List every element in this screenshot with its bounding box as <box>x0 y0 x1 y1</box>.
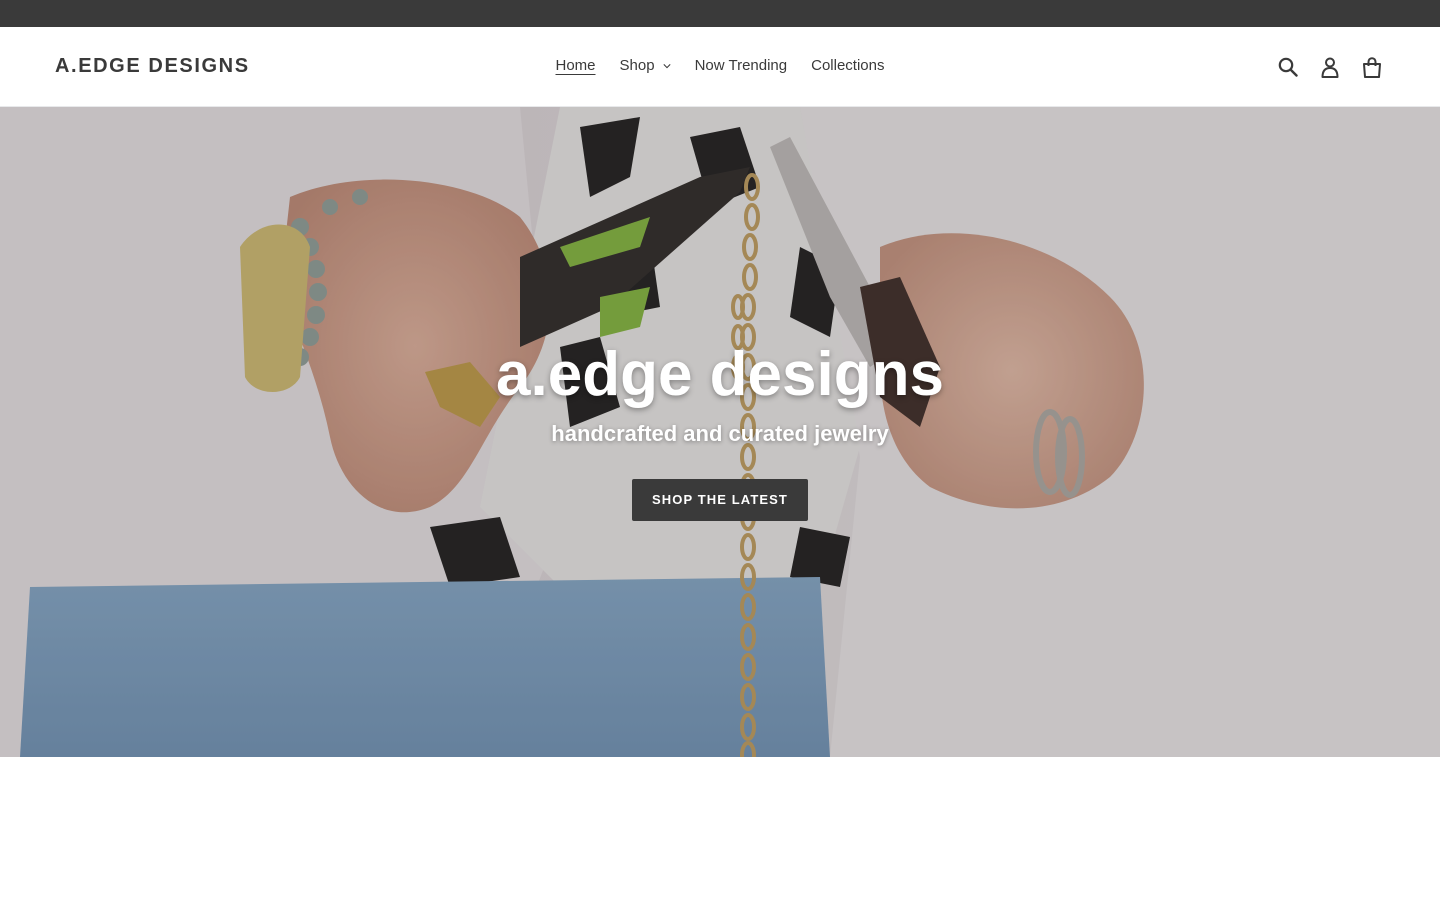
account-button[interactable] <box>1317 49 1343 85</box>
cart-icon <box>1363 56 1381 78</box>
site-logo[interactable]: A.EDGE DESIGNS <box>55 54 250 78</box>
cart-button[interactable] <box>1359 49 1385 85</box>
nav-item-shop[interactable]: Shop <box>608 56 683 76</box>
search-button[interactable] <box>1275 49 1301 85</box>
search-icon <box>1278 57 1298 77</box>
nav-item-home[interactable]: Home <box>544 56 608 76</box>
hero-content: a.edge designs handcrafted and curated j… <box>0 337 1440 521</box>
account-icon <box>1321 57 1339 78</box>
nav-item-label: Shop <box>619 57 655 74</box>
hero-title: a.edge designs <box>496 340 944 409</box>
chevron-down-icon <box>662 64 671 69</box>
nav-item-label: Collections <box>811 57 885 74</box>
announcement-bar <box>0 0 1440 27</box>
hero-banner: a.edge designs handcrafted and curated j… <box>0 107 1440 757</box>
nav-item-collections[interactable]: Collections <box>799 56 896 76</box>
header-icons <box>1275 49 1385 85</box>
site-header: A.EDGE DESIGNS Home Shop Now Trending Co… <box>0 27 1440 107</box>
nav-item-label: Now Trending <box>694 57 788 74</box>
nav-item-now-trending[interactable]: Now Trending <box>683 56 800 76</box>
hero-subtitle: handcrafted and curated jewelry <box>551 421 889 446</box>
shop-the-latest-button[interactable]: SHOP THE LATEST <box>632 479 808 521</box>
nav-item-label: Home <box>555 57 596 74</box>
